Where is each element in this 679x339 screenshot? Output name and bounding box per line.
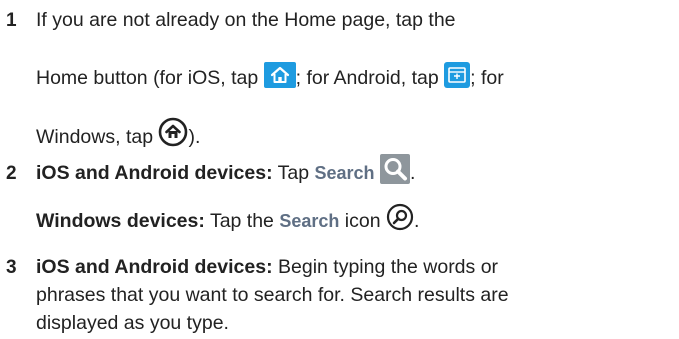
android-home-icon xyxy=(444,61,471,88)
step-3-line-3: displayed as you type. xyxy=(36,312,229,334)
search-ui-label: Search xyxy=(314,163,375,184)
windows-home-icon xyxy=(158,117,188,147)
step-number: 1 xyxy=(6,10,17,31)
step-2-line-2: Windows devices: Tap the Search icon . xyxy=(36,203,419,236)
search-ui-label: Search xyxy=(279,211,340,231)
step-2-line-1: iOS and Android devices: Tap Search . xyxy=(36,154,415,189)
step-1-line-2: Home button (for iOS, tap ; for Android,… xyxy=(36,61,504,93)
step-1-line-3: Windows, tap ). xyxy=(36,117,200,153)
home-icon xyxy=(263,61,296,88)
step-number: 2 xyxy=(6,163,17,184)
instruction-steps: 1 If you are not already on the Home pag… xyxy=(0,0,679,339)
step-3-line-2: phrases that you want to search for. Sea… xyxy=(36,284,509,306)
magnifier-icon xyxy=(379,154,410,184)
windows-search-icon xyxy=(386,203,414,231)
step-number: 3 xyxy=(6,257,17,278)
step-1-line-1: If you are not already on the Home page,… xyxy=(36,9,456,31)
step-3-line-1: iOS and Android devices: Begin typing th… xyxy=(36,256,499,278)
